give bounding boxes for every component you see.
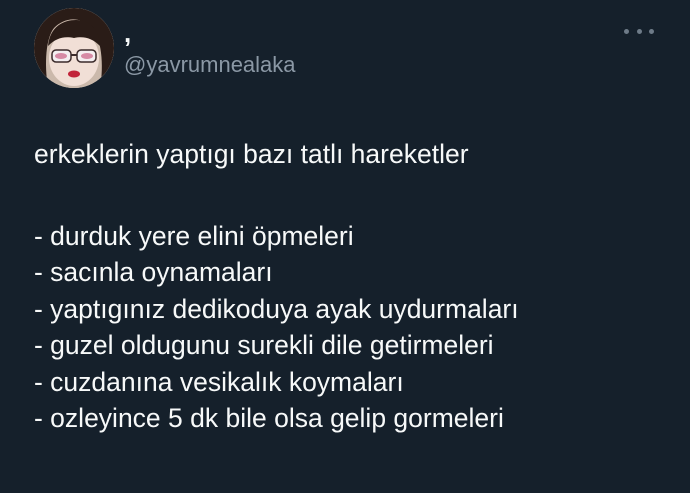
avatar-image [34,8,114,88]
author-handle[interactable]: @yavrumnealaka [124,52,296,78]
tweet-text: erkeklerin yaptıgı bazı tatlı hareketler… [34,136,674,437]
list-item: - sacınla oynamaları [34,257,273,287]
avatar[interactable] [34,8,114,88]
more-options-icon[interactable] [624,24,654,38]
dot [636,28,642,34]
tweet-title: erkeklerin yaptıgı bazı tatlı hareketler [34,139,469,169]
list-item: - cuzdanına vesikalık koymaları [34,366,404,397]
list-item: - durduk yere elini öpmeleri [34,220,354,251]
tweet-card: , @yavrumnealaka erkeklerin yaptıgı bazı… [0,0,690,493]
dot [624,28,629,34]
list-item: - guzel oldugunu surekli dile getirmeler… [34,330,494,360]
dot [649,28,654,34]
list-item: - yaptıgınız dedikoduya ayak uydurmaları [34,293,519,324]
author-display-name[interactable]: , [124,20,131,46]
list-item: - ozleyince 5 dk bile olsa gelip gormele… [34,403,504,433]
